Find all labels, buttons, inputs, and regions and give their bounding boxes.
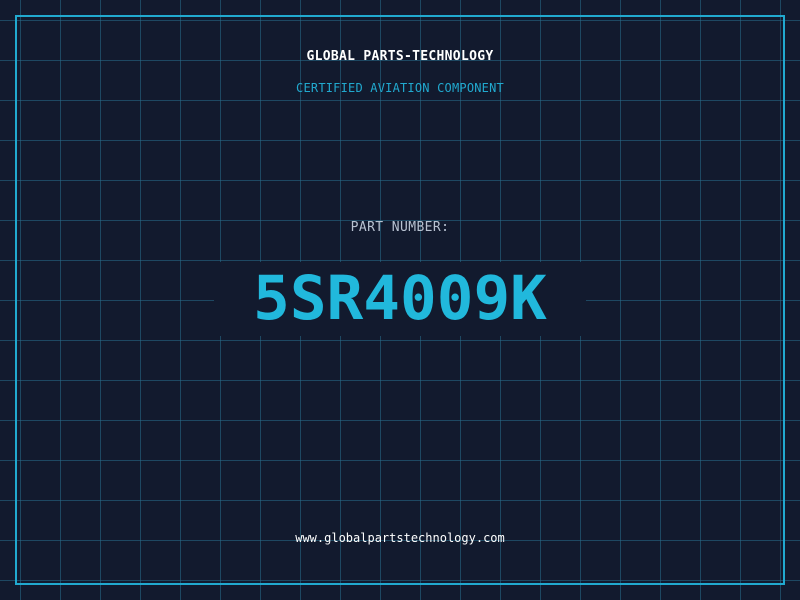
part-number-value: 5SR4009K: [253, 263, 547, 334]
part-number-panel: 5SR4009K: [214, 262, 586, 336]
label-card: GLOBAL PARTS-TECHNOLOGY CERTIFIED AVIATI…: [0, 0, 800, 600]
part-number-label: PART NUMBER:: [350, 220, 450, 235]
certification-subtitle: CERTIFIED AVIATION COMPONENT: [296, 81, 504, 95]
company-name: GLOBAL PARTS-TECHNOLOGY: [306, 49, 494, 64]
website-url: www.globalpartstechnology.com: [295, 531, 505, 545]
